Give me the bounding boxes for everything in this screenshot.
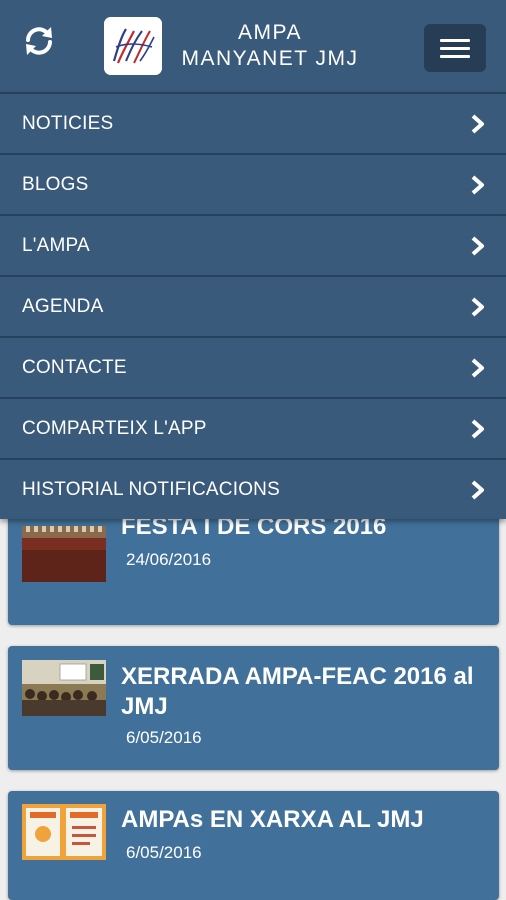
menu-item-label: NOTICIES [22,112,114,134]
menu-item-comparteix-app[interactable]: COMPARTEIX L'APP [0,397,506,458]
menu-item-label: L'AMPA [22,234,90,256]
chevron-right-icon [471,175,484,194]
chevron-right-icon [471,480,484,499]
chevron-right-icon [471,236,484,255]
hamburger-menu-icon-bar [440,54,470,58]
main-menu: NOTICIES BLOGS L'AMPA AGENDA CONTACTE CO… [0,92,506,519]
menu-item-historial-notificacions[interactable]: HISTORIAL NOTIFICACIONS [0,458,506,519]
ampa-logo [104,17,162,75]
news-date: 24/06/2016 [126,550,212,569]
news-thumbnail-conference [22,660,106,716]
menu-item-contacte[interactable]: CONTACTE [0,336,506,397]
chevron-right-icon [471,114,484,133]
chevron-right-icon [471,297,484,316]
menu-item-label: CONTACTE [22,356,127,378]
refresh-button[interactable] [18,20,60,62]
news-date: 6/05/2016 [126,843,202,862]
news-title: AMPAs EN XARXA AL JMJ [121,806,424,833]
menu-item-label: COMPARTEIX L'APP [22,417,207,439]
refresh-icon [26,27,52,55]
app-title-line-2: MANYANET JMJ [181,47,359,70]
app-title-line-1: AMPA [238,21,302,44]
menu-item-lampa[interactable]: L'AMPA [0,214,506,275]
news-card[interactable]: XERRADA AMPA-FEAC 2016 al JMJ 6/05/2016 [8,646,499,770]
news-title: XERRADA AMPA-FEAC 2016 al JMJ [121,663,474,720]
hamburger-menu-icon-bar [440,46,470,50]
chevron-right-icon [471,419,484,438]
menu-item-label: BLOGS [22,173,89,195]
menu-item-blogs[interactable]: BLOGS [0,153,506,214]
news-date: 6/05/2016 [126,728,202,747]
menu-item-noticies[interactable]: NOTICIES [0,92,506,153]
news-thumbnail-choir [22,526,106,582]
menu-item-agenda[interactable]: AGENDA [0,275,506,336]
news-thumbnail-poster [22,804,106,860]
app-header: AMPA MANYANET JMJ [0,0,506,92]
menu-item-label: HISTORIAL NOTIFICACIONS [22,478,280,500]
news-card[interactable]: AMPAs EN XARXA AL JMJ 6/05/2016 [8,791,499,900]
hamburger-menu-button[interactable] [424,24,486,72]
menu-item-label: AGENDA [22,295,104,317]
chevron-right-icon [471,358,484,377]
app-title: AMPA MANYANET JMJ [168,20,372,72]
hamburger-menu-icon-bar [440,38,470,42]
